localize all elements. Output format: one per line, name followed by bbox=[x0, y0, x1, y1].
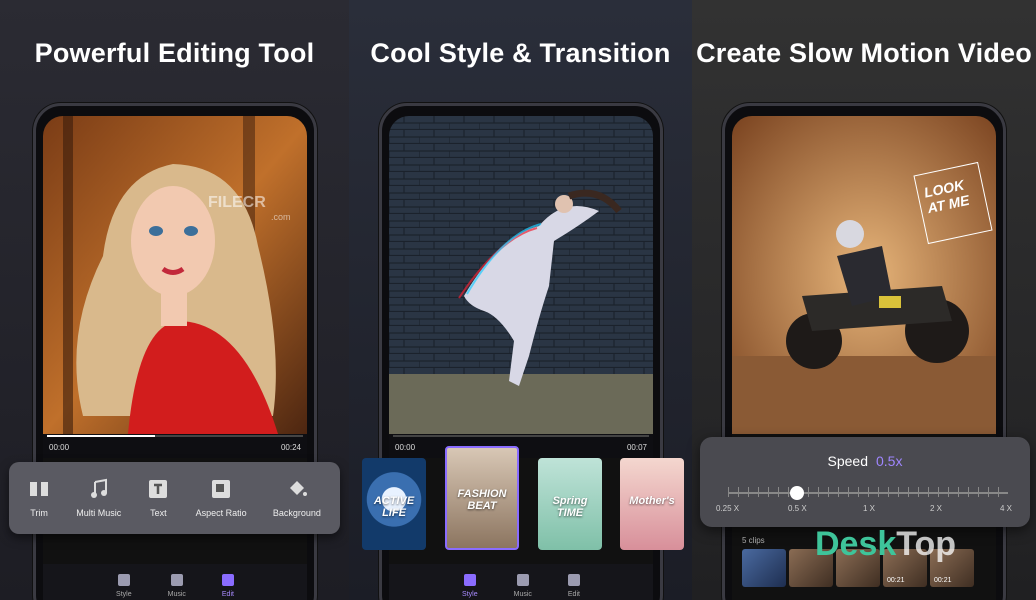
promo-panel-editing: Powerful Editing Tool FILECR .com 00:00 … bbox=[0, 0, 349, 600]
desktop-watermark: DeskTop bbox=[815, 525, 957, 563]
music-icon bbox=[516, 574, 529, 586]
time-total: 00:24 bbox=[280, 443, 301, 452]
time-total: 00:07 bbox=[626, 443, 647, 452]
headline: Powerful Editing Tool bbox=[34, 38, 315, 68]
nav-edit[interactable]: Edit bbox=[222, 574, 234, 600]
tool-text[interactable]: Text bbox=[147, 478, 169, 518]
scale-label: 2 X bbox=[930, 504, 943, 513]
style-card-mothers[interactable]: Mother's bbox=[620, 458, 684, 550]
bottom-nav: Style Music Edit bbox=[43, 564, 307, 600]
timeline[interactable]: 00:00 00:24 bbox=[43, 434, 307, 458]
nav-music[interactable]: Music bbox=[168, 574, 186, 600]
tool-background[interactable]: Background bbox=[273, 478, 321, 518]
preview-image: LOOK AT ME bbox=[732, 116, 996, 434]
nav-edit[interactable]: Edit bbox=[568, 574, 580, 600]
clip-thumb[interactable] bbox=[742, 549, 786, 587]
clips-count: 5 clips bbox=[742, 536, 765, 545]
edit-toolbar: Trim Multi Music Text Aspect Ratio Backg… bbox=[9, 462, 340, 534]
bottom-nav: Style Music Edit bbox=[389, 564, 653, 600]
scale-label: 4 X bbox=[1000, 504, 1013, 513]
style-card-active-life[interactable]: ACTIVE LIFE bbox=[362, 458, 426, 550]
style-icon bbox=[117, 574, 130, 586]
timeline[interactable]: 00:00 00:07 bbox=[389, 434, 653, 458]
aspect-ratio-icon bbox=[212, 480, 231, 498]
music-icon bbox=[170, 574, 183, 586]
nav-music[interactable]: Music bbox=[514, 574, 532, 600]
speed-value: 0.5x bbox=[876, 453, 903, 469]
tool-multi-music[interactable]: Multi Music bbox=[76, 478, 121, 518]
filecr-watermark: FILECR bbox=[208, 194, 266, 211]
preview-image bbox=[389, 116, 653, 434]
time-current: 00:00 bbox=[395, 443, 416, 452]
scale-label: 0.25 X bbox=[716, 504, 740, 513]
edit-icon bbox=[221, 574, 234, 586]
filecr-watermark-suffix: .com bbox=[271, 212, 291, 222]
nav-style[interactable]: Style bbox=[116, 574, 132, 600]
promo-panel-style: Cool Style & Transition 00:00 00:07 Styl… bbox=[349, 0, 692, 600]
nav-style[interactable]: Style bbox=[462, 574, 478, 600]
edit-icon bbox=[567, 574, 580, 586]
scale-label: 0.5 X bbox=[788, 504, 807, 513]
progress-track[interactable] bbox=[393, 435, 649, 437]
tool-aspect-ratio[interactable]: Aspect Ratio bbox=[196, 478, 247, 518]
speed-label: Speed 0.5x bbox=[827, 453, 903, 469]
speed-slider-knob[interactable] bbox=[790, 486, 804, 500]
phone-screen: 00:00 00:07 Style Music Edit bbox=[389, 116, 653, 600]
progress-track[interactable] bbox=[47, 435, 303, 437]
scale-label: 1 X bbox=[863, 504, 876, 513]
headline: Cool Style & Transition bbox=[370, 38, 671, 68]
style-card-spring-time[interactable]: Spring TIME bbox=[538, 458, 602, 550]
speed-panel: Speed 0.5x 0.25 X 0.5 X 1 X 2 X 4 X bbox=[700, 437, 1030, 527]
progress-fill bbox=[47, 435, 155, 437]
sticker-box[interactable]: LOOK AT ME bbox=[913, 161, 993, 245]
speed-slider-track[interactable] bbox=[728, 492, 1008, 494]
headline: Create Slow Motion Video bbox=[696, 38, 1032, 68]
text-icon bbox=[149, 480, 168, 498]
time-current: 00:00 bbox=[49, 443, 70, 452]
style-card-fashion-beat[interactable]: FASHION BEAT bbox=[445, 446, 519, 550]
trim-icon bbox=[30, 482, 49, 496]
music-note-icon bbox=[90, 478, 107, 498]
tool-trim[interactable]: Trim bbox=[28, 478, 50, 518]
paint-bucket-icon bbox=[289, 481, 307, 496]
preview-image: FILECR .com bbox=[43, 116, 307, 434]
style-icon bbox=[463, 574, 476, 586]
